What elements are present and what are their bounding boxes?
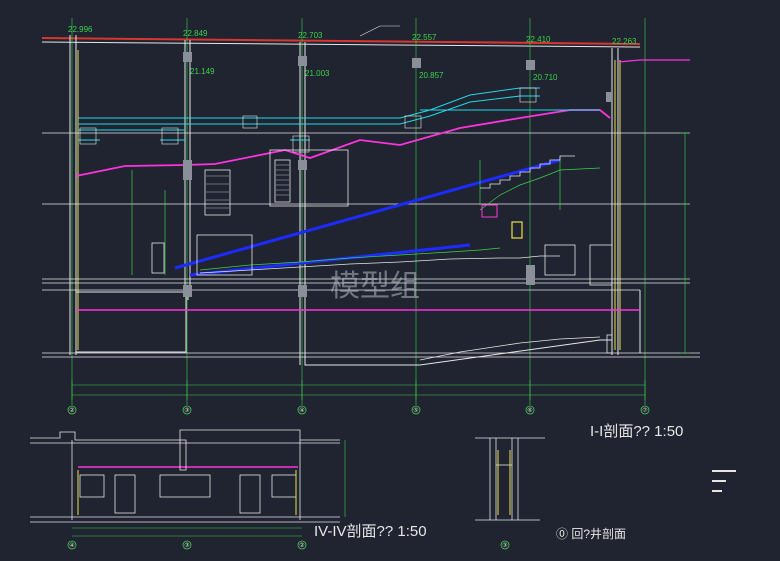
iv-windows <box>79 439 297 514</box>
truss-beam <box>78 87 600 141</box>
elev-top-1: 22.996 <box>68 25 93 34</box>
grid-label-5: ⑤ <box>413 407 418 414</box>
elev-mid-1: 21.149 <box>190 67 215 76</box>
iv-outline <box>30 429 340 523</box>
column-caps <box>183 52 612 297</box>
grid-label-3: ③ <box>184 407 189 414</box>
grid-label-4: ④ <box>299 407 304 414</box>
shaft-hatch <box>206 164 289 209</box>
stair-steps <box>480 155 575 189</box>
grid-axes <box>71 18 646 405</box>
cad-drawing-canvas: 22.996 22.849 22.703 22.557 22.410 22.26… <box>30 18 736 550</box>
shaft-boxes <box>151 149 613 354</box>
elev-top-3: 22.703 <box>298 31 323 40</box>
elev-mid-4: 20.710 <box>533 73 558 82</box>
iv-yellow-lines <box>77 470 297 515</box>
basement-steps <box>419 336 601 361</box>
section-iv-title: IV-IV剖面?? 1:50 <box>314 523 427 540</box>
grid-bubbles-main <box>67 405 650 415</box>
section-i-title: I-I剖面?? 1:50 <box>590 423 683 440</box>
shaft-grid-label: ③ <box>502 542 507 549</box>
iv-grid-label-b: ③ <box>184 542 189 549</box>
section-i-i: 22.996 22.849 22.703 22.557 22.410 22.26… <box>41 18 700 440</box>
elev-mid-3: 20.857 <box>419 71 444 80</box>
grid-label-2: ② <box>69 407 74 414</box>
elev-mid-2: 21.003 <box>305 69 330 78</box>
elev-top-5: 22.410 <box>526 35 551 44</box>
grid-label-6: ⑥ <box>527 407 532 414</box>
ceiling-profile-magenta-right <box>617 59 690 63</box>
grid-label-7: ⑦ <box>642 407 647 414</box>
right-dimensions <box>680 132 690 354</box>
elevation-labels-mid: 21.149 21.003 20.857 20.710 <box>190 67 558 82</box>
iv-grid-label-a: ④ <box>69 542 74 549</box>
iv-grid-label-c: ② <box>299 542 304 549</box>
shaft-yellow <box>497 450 511 515</box>
bottom-dimensions <box>71 380 646 400</box>
elev-top-2: 22.849 <box>183 29 208 38</box>
inner-columns <box>77 50 621 350</box>
watermark-text: 模型组 <box>330 270 420 303</box>
columns <box>69 35 619 365</box>
elev-top-6: 22.263 <box>612 37 637 46</box>
grid-bubble-labels-main: ② ③ ④ ⑤ ⑥ ⑦ <box>69 407 647 414</box>
note-block <box>712 470 736 492</box>
truss-nodes <box>79 87 537 153</box>
yellow-equipment <box>511 221 523 239</box>
elev-top-4: 22.557 <box>412 33 437 42</box>
iv-grid-bubble-labels: ④ ③ ② <box>69 542 304 549</box>
section-shaft-title: ⓪ 回?井剖面 <box>556 527 626 541</box>
section-shaft: ③ ⓪ 回?井剖面 <box>475 437 626 550</box>
section-iv-iv: ④ ③ ② IV-IV剖面?? 1:50 <box>30 429 427 550</box>
